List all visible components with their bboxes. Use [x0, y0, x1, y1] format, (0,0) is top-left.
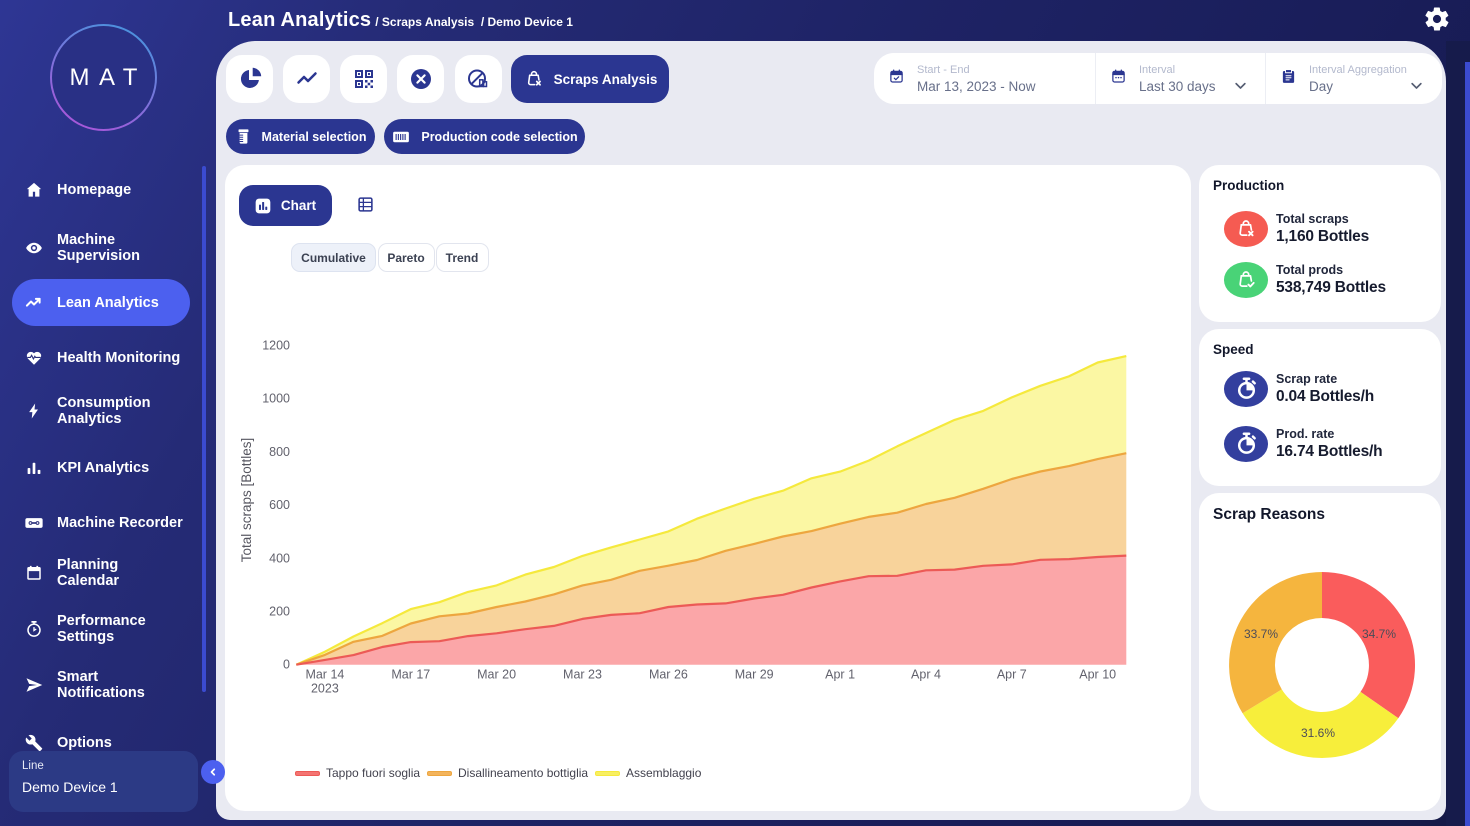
svg-text:31.6%: 31.6% [1301, 726, 1335, 740]
svg-text:34.7%: 34.7% [1362, 627, 1396, 641]
svg-text:33.7%: 33.7% [1244, 627, 1278, 641]
